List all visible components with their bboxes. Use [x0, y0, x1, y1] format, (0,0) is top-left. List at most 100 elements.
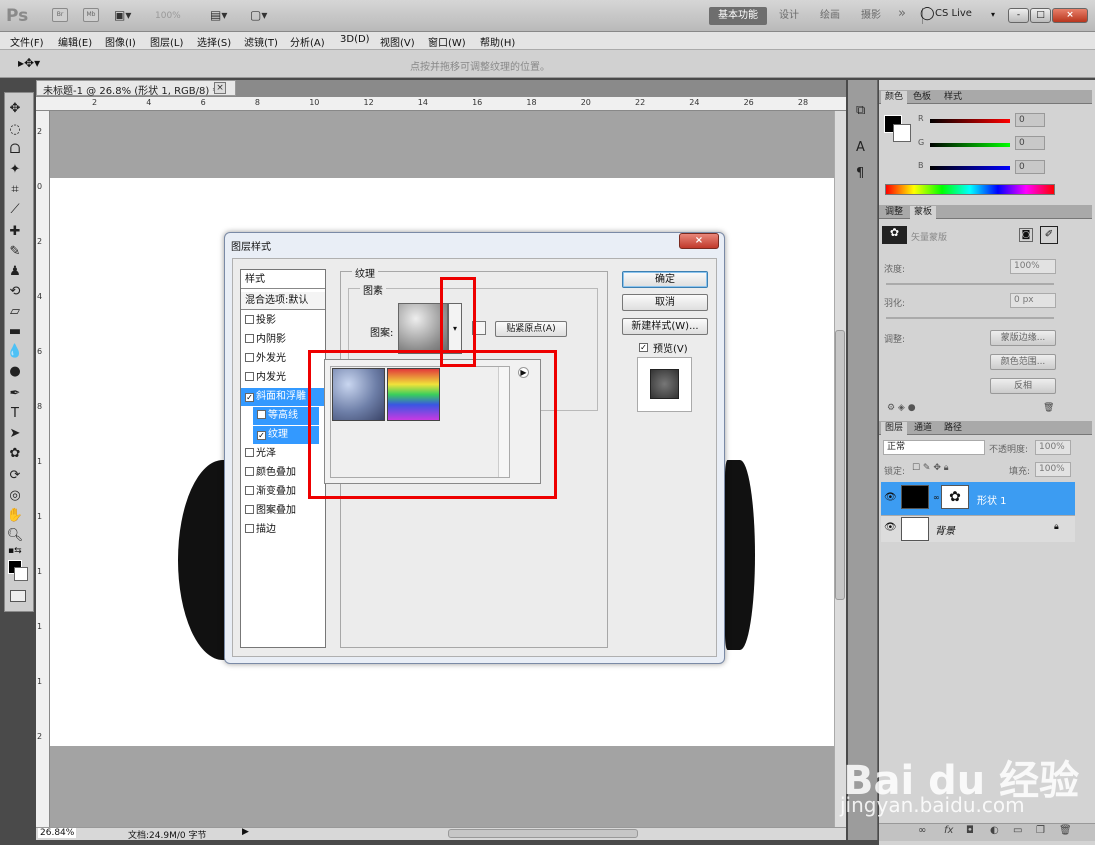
- zoom-level[interactable]: 100%: [155, 11, 181, 21]
- paragraph-panel-icon[interactable]: ¶: [856, 166, 864, 181]
- 3d-rotate-tool-icon[interactable]: ⟳: [6, 467, 24, 485]
- eyedropper-tool-icon[interactable]: ⟋: [6, 201, 24, 219]
- opacity-field[interactable]: 100%: [1035, 440, 1071, 455]
- density-field[interactable]: 100%: [1010, 259, 1056, 274]
- style-item[interactable]: 图案叠加: [241, 502, 325, 520]
- lock-icons[interactable]: ☐ ✎ ✥ 🔒︎: [912, 463, 949, 473]
- tab-layers[interactable]: 图层: [881, 422, 908, 435]
- path-selection-tool-icon[interactable]: ➤: [6, 425, 24, 443]
- screen-mode-icon[interactable]: ▢▾: [250, 8, 267, 22]
- red-value-field[interactable]: 0: [1015, 113, 1045, 127]
- swap-colors-icon[interactable]: ▪⇆: [8, 546, 22, 556]
- menu-help[interactable]: 帮助(H): [480, 34, 515, 49]
- character-panel-icon[interactable]: A: [856, 140, 865, 155]
- new-group-icon[interactable]: ▭: [1013, 825, 1022, 836]
- history-brush-tool-icon[interactable]: ⟲: [6, 283, 24, 301]
- more-workspaces-icon[interactable]: »: [892, 5, 912, 23]
- healing-brush-tool-icon[interactable]: ✚: [6, 223, 24, 241]
- vertical-scroll-thumb[interactable]: [835, 330, 845, 600]
- style-item[interactable]: 投影: [241, 312, 325, 330]
- cancel-button[interactable]: 取消: [622, 294, 708, 311]
- lasso-tool-icon[interactable]: ᗝ: [6, 141, 24, 159]
- style-checkbox[interactable]: [245, 448, 254, 457]
- crop-tool-icon[interactable]: ⌗: [6, 181, 24, 199]
- brush-tool-icon[interactable]: ✎: [6, 243, 24, 261]
- type-tool-icon[interactable]: T: [6, 405, 24, 423]
- move-tool-icon[interactable]: ✥: [6, 100, 24, 118]
- workspace-design[interactable]: 设计: [773, 7, 805, 25]
- blur-tool-icon[interactable]: 💧: [6, 343, 24, 361]
- menu-filter[interactable]: 滤镜(T): [244, 34, 278, 49]
- menu-analysis[interactable]: 分析(A): [290, 34, 325, 49]
- layer-name[interactable]: 背景: [935, 522, 955, 537]
- mask-footer-icons[interactable]: ⚙ ◈ ●: [887, 403, 916, 413]
- status-zoom-percent[interactable]: 26.84%: [38, 828, 77, 838]
- blue-slider[interactable]: [930, 166, 1010, 170]
- delete-layer-icon[interactable]: 🗑︎: [1059, 825, 1072, 836]
- hand-tool-icon[interactable]: ✋: [6, 507, 24, 525]
- tab-channels[interactable]: 通道: [910, 422, 936, 435]
- clone-stamp-tool-icon[interactable]: ♟: [6, 263, 24, 281]
- bridge-button[interactable]: Br: [52, 8, 68, 22]
- styles-header[interactable]: 样式: [241, 271, 325, 289]
- style-checkbox[interactable]: [257, 410, 266, 419]
- green-slider[interactable]: [930, 143, 1010, 147]
- history-panel-icon[interactable]: ⧉: [856, 103, 865, 118]
- blend-options-item[interactable]: 混合选项:默认: [241, 292, 325, 310]
- visibility-eye-icon[interactable]: 👁︎: [884, 522, 897, 533]
- style-item[interactable]: 内阴影: [241, 331, 325, 349]
- menu-select[interactable]: 选择(S): [197, 34, 231, 49]
- status-menu-arrow-icon[interactable]: ▶: [242, 827, 249, 837]
- tab-swatches[interactable]: 色板: [909, 91, 935, 104]
- ok-button[interactable]: 确定: [622, 271, 708, 288]
- workspace-photography[interactable]: 摄影: [855, 7, 887, 25]
- eraser-tool-icon[interactable]: ▱: [6, 303, 24, 321]
- color-spectrum-bar[interactable]: [885, 184, 1055, 195]
- menu-view[interactable]: 视图(V): [380, 34, 415, 49]
- style-checkbox[interactable]: [245, 315, 254, 324]
- tab-color[interactable]: 颜色: [881, 91, 908, 104]
- style-checkbox[interactable]: ✓: [245, 393, 254, 402]
- menu-file[interactable]: 文件(F): [10, 34, 44, 49]
- style-checkbox[interactable]: [245, 505, 254, 514]
- mini-bridge-button[interactable]: Mb: [83, 8, 99, 22]
- preview-checkbox[interactable]: ✓: [639, 341, 650, 352]
- density-slider[interactable]: [886, 283, 1054, 285]
- pen-tool-icon[interactable]: ✒: [6, 385, 24, 403]
- red-slider[interactable]: [930, 119, 1010, 123]
- style-checkbox[interactable]: [245, 353, 254, 362]
- green-value-field[interactable]: 0: [1015, 136, 1045, 150]
- snap-to-origin-button[interactable]: 贴紧原点(A): [495, 321, 567, 337]
- workspace-essentials[interactable]: 基本功能: [709, 7, 767, 25]
- style-checkbox[interactable]: [245, 372, 254, 381]
- style-checkbox[interactable]: ✓: [257, 431, 266, 440]
- minimize-button[interactable]: -: [1008, 8, 1029, 23]
- arrange-documents-icon[interactable]: ▤▾: [210, 8, 227, 22]
- status-doc-info[interactable]: 文档:24.9M/0 字节: [128, 828, 206, 841]
- background-color-swatch[interactable]: [14, 567, 28, 581]
- panel-background-swatch[interactable]: [893, 124, 911, 142]
- fill-field[interactable]: 100%: [1035, 462, 1071, 477]
- menu-edit[interactable]: 编辑(E): [58, 34, 92, 49]
- style-checkbox[interactable]: [245, 467, 254, 476]
- view-extras-icon[interactable]: ▣▾: [114, 8, 131, 22]
- quick-mask-icon[interactable]: [10, 590, 26, 602]
- menu-layer[interactable]: 图层(L): [150, 34, 183, 49]
- dodge-tool-icon[interactable]: ●: [6, 363, 24, 381]
- layer-style-icon[interactable]: fx: [944, 825, 953, 836]
- color-range-button[interactable]: 颜色范围...: [990, 354, 1056, 370]
- adjustment-layer-icon[interactable]: ◐: [990, 825, 999, 836]
- cs-live-menu[interactable]: CS Live: [935, 8, 972, 19]
- feather-slider[interactable]: [886, 317, 1054, 319]
- blue-value-field[interactable]: 0: [1015, 160, 1045, 174]
- trash-icon[interactable]: 🗑︎: [1043, 403, 1054, 413]
- shape-tool-icon[interactable]: ✿: [6, 445, 24, 463]
- magic-wand-tool-icon[interactable]: ✦: [6, 161, 24, 179]
- add-mask-icon[interactable]: ◘: [966, 825, 974, 836]
- style-checkbox[interactable]: [245, 334, 254, 343]
- tab-adjustments[interactable]: 调整: [881, 206, 907, 219]
- visibility-eye-icon[interactable]: 👁︎: [884, 492, 897, 503]
- close-window-button[interactable]: ×: [1052, 8, 1088, 23]
- add-vector-mask-icon[interactable]: ✐: [1040, 226, 1058, 244]
- feather-field[interactable]: 0 px: [1010, 293, 1056, 308]
